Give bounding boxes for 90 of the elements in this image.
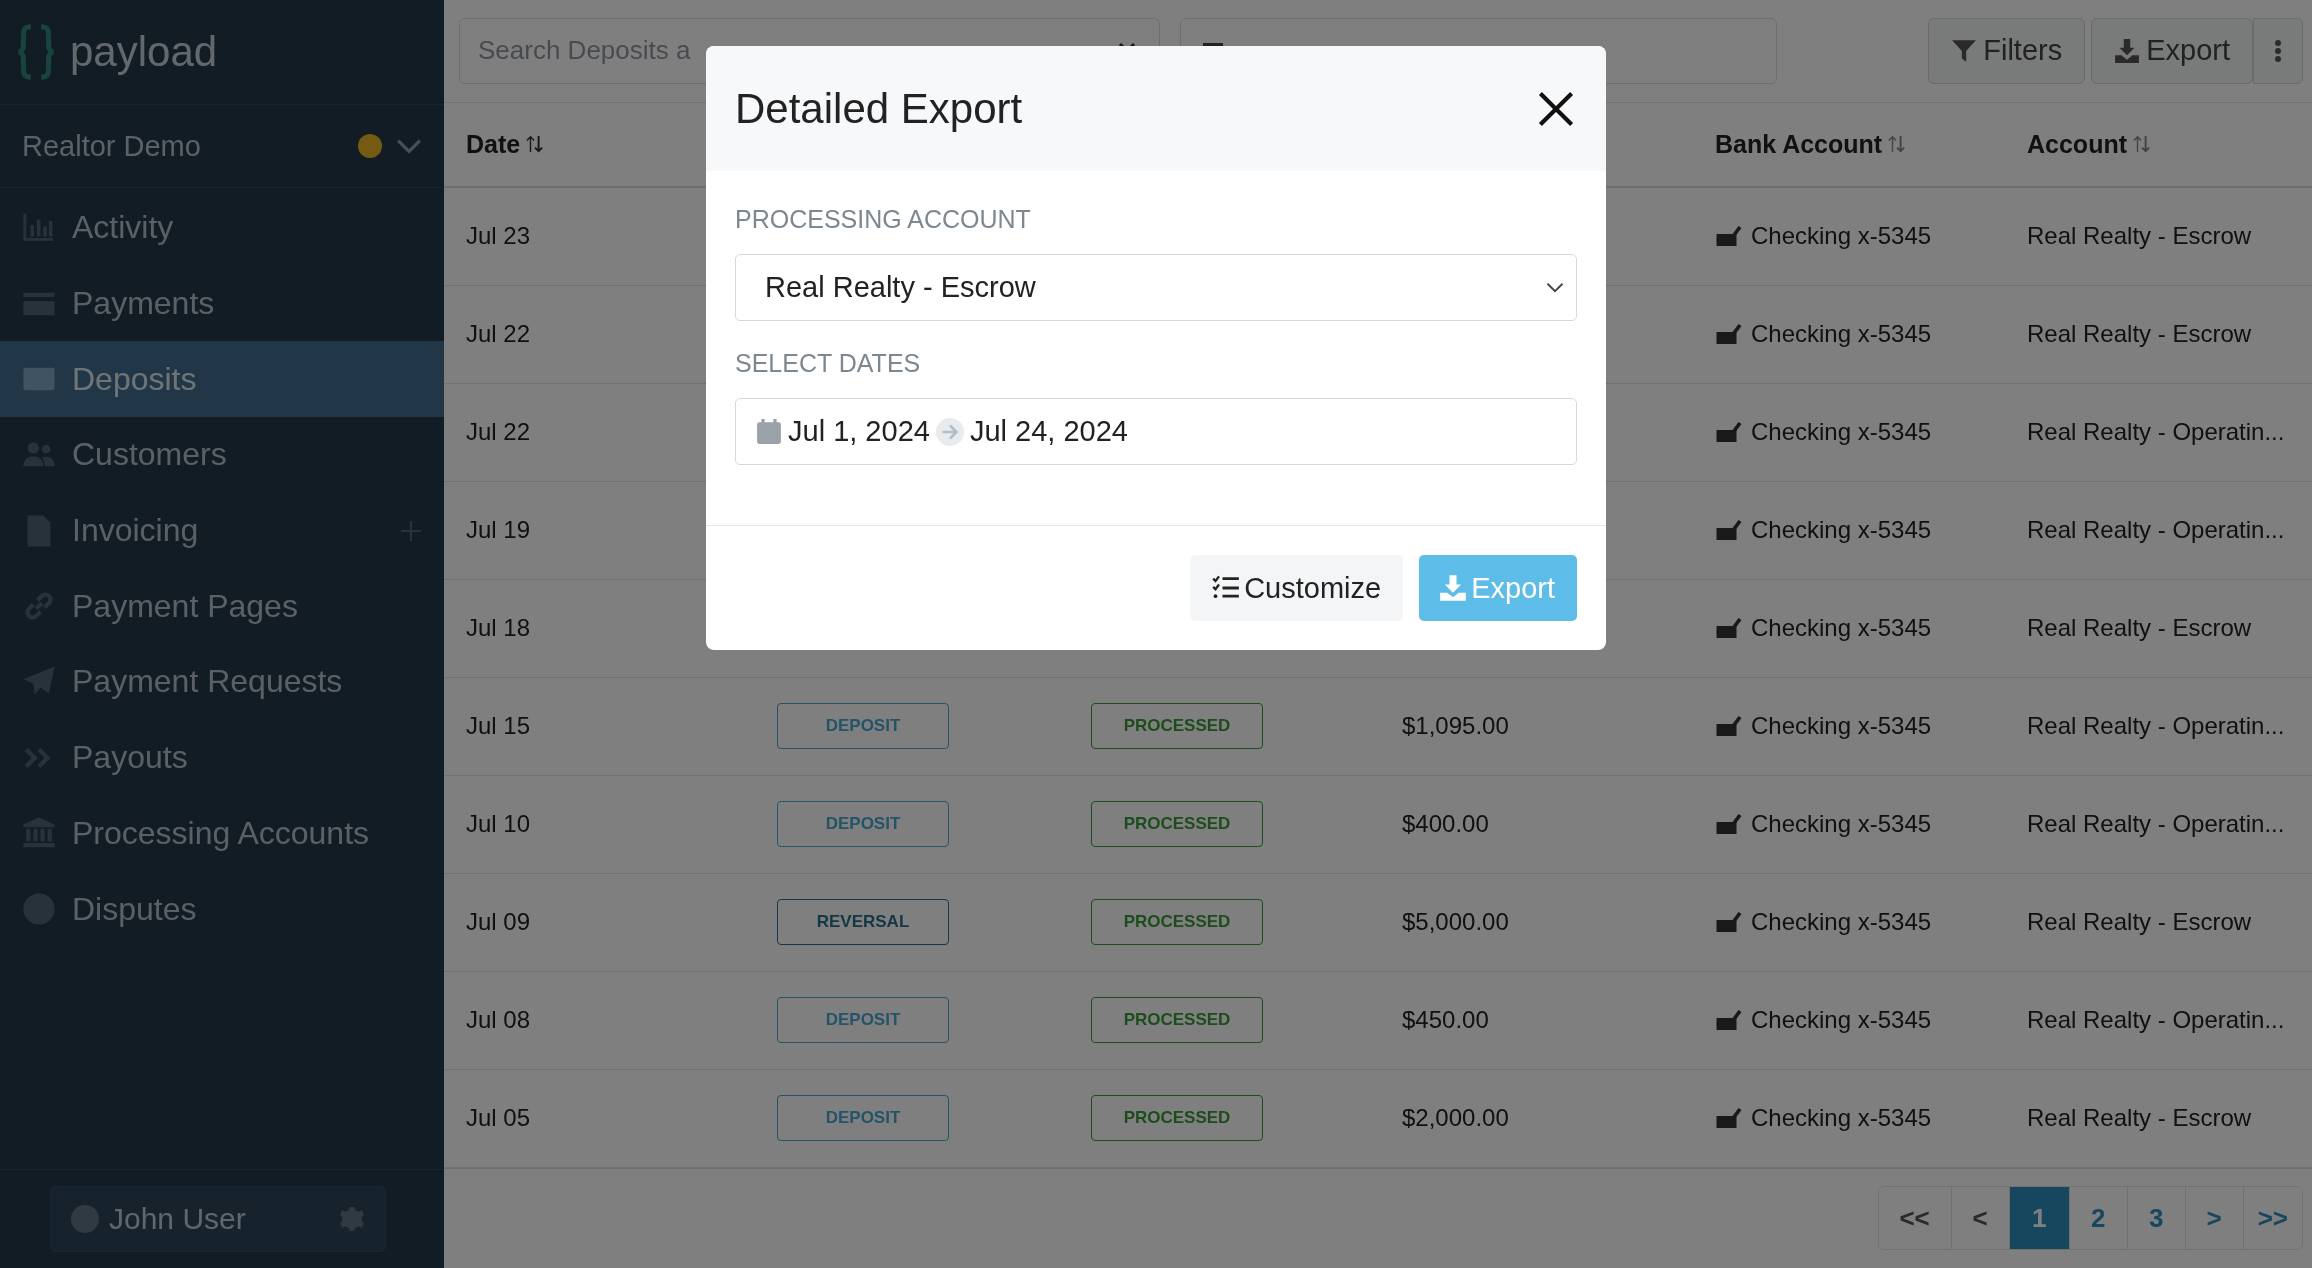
table-cell: Real Realty - Operatin...: [2027, 712, 2285, 741]
date-end: Jul 24, 2024: [969, 415, 1128, 448]
table-cell: $450.00: [1402, 1006, 1489, 1035]
status-badge: PROCESSED: [1091, 1095, 1263, 1142]
table-cell: Real Realty - Escrow: [2027, 908, 2252, 937]
table-cell: Jul 22: [466, 320, 531, 349]
table-cell: Checking x-5345: [1751, 222, 1932, 251]
table-cell: Checking x-5345: [1751, 516, 1932, 545]
more-button[interactable]: [2253, 18, 2303, 84]
table-cell: Real Realty - Escrow: [2027, 614, 2252, 643]
status-badge: PROCESSED: [1091, 703, 1263, 750]
page-button[interactable]: 1: [2008, 1187, 2069, 1250]
sort-icon: [2133, 134, 2151, 155]
table-cell: Jul 15: [466, 712, 531, 741]
sort-icon: [526, 134, 545, 155]
customize-button[interactable]: Customize: [1190, 555, 1404, 621]
kebab-menu-icon: [2274, 39, 2282, 63]
braces-logo-icon: [16, 23, 56, 81]
table-cell: $5,000.00: [1402, 908, 1509, 937]
table-cell: Jul 23: [466, 222, 531, 251]
nav-item[interactable]: Deposits: [0, 341, 444, 418]
nav-item[interactable]: Payment Requests: [0, 644, 444, 720]
table-cell: Checking x-5345: [1751, 810, 1932, 839]
settings-icon: [339, 1206, 365, 1232]
export-button[interactable]: Export: [2091, 18, 2253, 84]
table-cell: Checking x-5345: [1751, 712, 1932, 741]
nav-item[interactable]: Payment Pages: [0, 568, 444, 645]
avatar-icon: [71, 1205, 99, 1233]
type-badge: DEPOSIT: [777, 1095, 949, 1142]
column-header[interactable]: Bank Account: [1715, 129, 1907, 159]
table-cell: Checking x-5345: [1751, 1006, 1932, 1035]
table-cell: Real Realty - Escrow: [2027, 1104, 2252, 1133]
download-icon: [2114, 38, 2141, 64]
table-cell: Jul 08: [466, 1006, 531, 1035]
nav-item[interactable]: Disputes: [0, 871, 444, 947]
sort-icon: [1888, 134, 1907, 155]
table-cell: Jul 22: [466, 418, 531, 447]
table-cell: Checking x-5345: [1751, 320, 1932, 349]
filters-button[interactable]: Filters: [1928, 18, 2086, 84]
nav-item[interactable]: Activity: [0, 190, 444, 266]
table-cell: Checking x-5345: [1751, 614, 1932, 643]
table-cell: Real Realty - Operatin...: [2027, 418, 2285, 447]
table-cell: Jul 05: [466, 1104, 531, 1133]
table-cell: Real Realty - Escrow: [2027, 320, 2252, 349]
status-badge: PROCESSED: [1091, 997, 1263, 1044]
account-select[interactable]: Real Realty - Escrow: [735, 254, 1577, 321]
table-cell: $1,095.00: [1402, 712, 1509, 741]
dialog-title: Detailed Export: [735, 84, 1023, 133]
table-cell: Jul 18: [466, 614, 531, 643]
table-cell: Real Realty - Escrow: [2027, 222, 2252, 251]
status-badge: PROCESSED: [1091, 801, 1263, 848]
chevron-down-icon: [396, 138, 422, 154]
type-badge: DEPOSIT: [777, 997, 949, 1044]
table-cell: Jul 09: [466, 908, 531, 937]
table-cell: Real Realty - Operatin...: [2027, 1006, 2285, 1035]
table-cell: Checking x-5345: [1751, 908, 1932, 937]
table-cell: Checking x-5345: [1751, 418, 1932, 447]
type-badge: REVERSAL: [777, 899, 949, 946]
arrow-right-icon: [935, 417, 964, 446]
table-cell: $400.00: [1402, 810, 1489, 839]
nav-item[interactable]: Processing Accounts: [0, 795, 444, 872]
table-cell: $2,000.00: [1402, 1104, 1509, 1133]
table-cell: Jul 10: [466, 810, 531, 839]
field-label: SELECT DATES: [735, 349, 922, 378]
column-header[interactable]: Date: [466, 129, 545, 159]
type-badge: DEPOSIT: [777, 703, 949, 750]
nav-item[interactable]: Customers: [0, 417, 444, 493]
table-cell: Checking x-5345: [1751, 1104, 1932, 1133]
status-badge: PROCESSED: [1091, 899, 1263, 946]
date-start: Jul 1, 2024: [788, 415, 930, 448]
page-button[interactable]: >>: [2242, 1187, 2302, 1250]
table-cell: Real Realty - Operatin...: [2027, 810, 2285, 839]
nav-item[interactable]: Payouts: [0, 719, 444, 796]
column-header[interactable]: Account: [2027, 129, 2151, 159]
filter-icon: [1951, 38, 1978, 64]
status-dot: [358, 134, 382, 158]
org-name: Realtor Demo: [22, 129, 201, 163]
type-badge: DEPOSIT: [777, 801, 949, 848]
export-button[interactable]: Export: [1419, 555, 1577, 621]
table-cell: Jul 19: [466, 516, 531, 545]
nav-item[interactable]: Invoicing: [0, 492, 444, 569]
org-switcher[interactable]: Realtor Demo: [0, 105, 444, 188]
download-icon: [1439, 574, 1468, 602]
brand-name: payload: [70, 28, 218, 76]
chevron-down-icon: [1546, 282, 1564, 293]
date-range-field[interactable]: Jul 1, 2024 Jul 24, 2024: [735, 398, 1577, 465]
user-menu[interactable]: John User: [50, 1186, 386, 1252]
user-name: John User: [109, 1202, 246, 1236]
table-cell: Real Realty - Operatin...: [2027, 516, 2285, 545]
field-label: PROCESSING ACCOUNT: [735, 205, 1032, 234]
